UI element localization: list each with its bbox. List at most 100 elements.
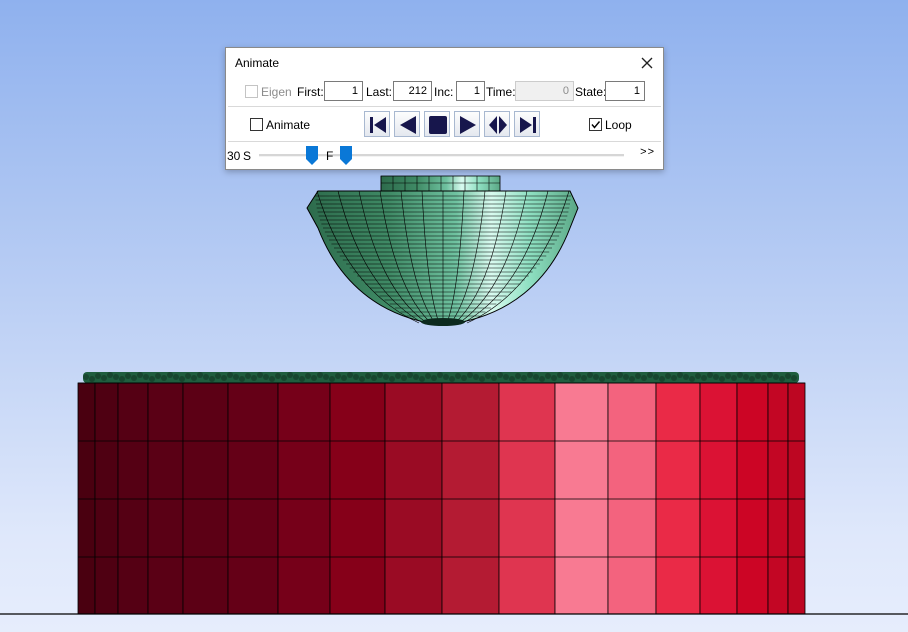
granule (209, 376, 215, 382)
granule (467, 372, 473, 378)
row-separator (228, 141, 661, 142)
granule (485, 373, 491, 379)
last-label: Last: (366, 85, 393, 99)
step-both-button[interactable] (484, 111, 510, 137)
state-input[interactable]: 1 (605, 81, 645, 101)
granule (671, 375, 677, 381)
granule (101, 375, 107, 381)
block-element (77, 382, 96, 615)
loop-checkbox[interactable] (589, 118, 602, 131)
step-back-icon (400, 116, 416, 134)
granule (509, 376, 515, 382)
granule (383, 374, 389, 380)
granule (539, 376, 545, 382)
first-frame-input[interactable]: 1 (324, 81, 363, 101)
granule (197, 372, 203, 378)
granule (227, 372, 233, 378)
granule (119, 376, 125, 382)
granule (473, 374, 479, 380)
granule (371, 375, 377, 381)
animate-label: Animate (266, 118, 311, 132)
granule (449, 376, 455, 382)
last-frame-button[interactable] (514, 111, 540, 137)
block-element (554, 382, 609, 615)
granule (707, 372, 713, 378)
granule (149, 376, 155, 382)
granule (617, 372, 623, 378)
granule (605, 373, 611, 379)
eigen-checkbox[interactable] (245, 85, 258, 98)
granule (167, 372, 173, 378)
speed-slider-thumb[interactable] (306, 146, 318, 165)
granule (581, 375, 587, 381)
granule (629, 376, 635, 382)
granule (689, 376, 695, 382)
granule (203, 374, 209, 380)
granule (125, 373, 131, 379)
granule (785, 373, 791, 379)
stop-button[interactable] (424, 111, 450, 137)
granule (407, 372, 413, 378)
granule (533, 374, 539, 380)
first-frame-button[interactable] (364, 111, 390, 137)
state-label: State: (575, 85, 607, 99)
granule (719, 376, 725, 382)
step-both-icon (489, 116, 507, 134)
animate-checkbox[interactable] (250, 118, 263, 131)
granule (131, 375, 137, 381)
granule (389, 376, 395, 382)
granule (353, 374, 359, 380)
granule (635, 373, 641, 379)
granule (173, 374, 179, 380)
increment-input[interactable]: 1 (456, 81, 485, 101)
material-block (77, 382, 806, 615)
dialog-titlebar[interactable]: Animate (226, 48, 663, 77)
granule (461, 375, 467, 381)
close-button[interactable] (631, 48, 663, 77)
time-input: 0 (515, 81, 574, 101)
granule (737, 372, 743, 378)
inc-label: Inc: (434, 85, 454, 99)
granule (587, 372, 593, 378)
granule (329, 376, 335, 382)
granule (593, 374, 599, 380)
granule (779, 376, 785, 382)
loop-label: Loop (605, 118, 632, 132)
granule (335, 373, 341, 379)
block-element (384, 382, 443, 615)
granule (497, 372, 503, 378)
granule (359, 376, 365, 382)
granule (575, 373, 581, 379)
granule (347, 372, 353, 378)
granule (557, 372, 563, 378)
granule (599, 376, 605, 382)
granule (623, 374, 629, 380)
step-back-button[interactable] (394, 111, 420, 137)
block-element (441, 382, 500, 615)
speed-row: 30 S F >> (226, 144, 663, 166)
granule (395, 373, 401, 379)
granule (665, 373, 671, 379)
block-element (329, 382, 386, 615)
play-button[interactable] (454, 111, 480, 137)
animate-dialog: Animate Eigen First: 1 Last: 212 Inc: 1 … (225, 47, 664, 170)
more-button[interactable]: >> (640, 146, 655, 158)
granule (677, 372, 683, 378)
granule (527, 372, 533, 378)
eigen-label: Eigen (261, 85, 292, 99)
block-element (655, 382, 701, 615)
frame-slider-thumb[interactable] (340, 146, 352, 165)
granule (221, 375, 227, 381)
granule (743, 374, 749, 380)
granule (257, 372, 263, 378)
last-frame-input[interactable]: 212 (393, 81, 432, 101)
granule (515, 373, 521, 379)
stop-icon (429, 116, 447, 134)
granule (521, 375, 527, 381)
block-element (94, 382, 119, 615)
block-element (227, 382, 279, 615)
granule (725, 373, 731, 379)
granule (143, 374, 149, 380)
granule (239, 376, 245, 382)
block-element (767, 382, 789, 615)
